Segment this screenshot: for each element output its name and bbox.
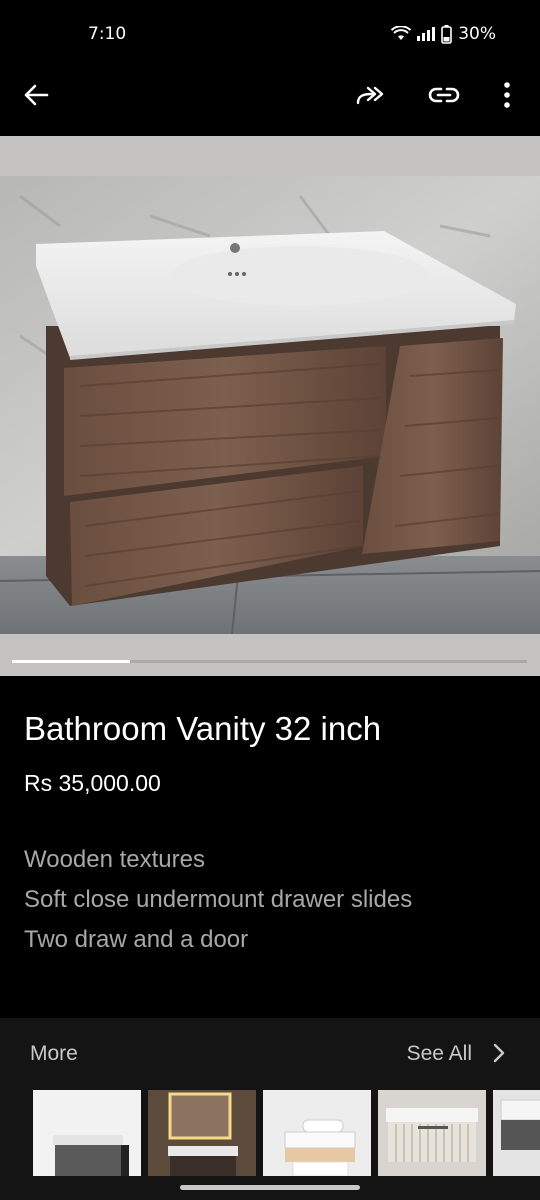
link-icon: [428, 87, 460, 103]
vanity-photo: [0, 136, 540, 676]
vanity-mirror-thumbnail[interactable]: [148, 1090, 256, 1176]
status-icons: 30%: [391, 24, 496, 44]
copy-link-button[interactable]: [420, 71, 468, 119]
back-button[interactable]: [12, 71, 60, 119]
vanity-grey-thumbnail[interactable]: [33, 1090, 141, 1176]
more-options-button[interactable]: [483, 71, 531, 119]
share-icon: [356, 86, 384, 105]
gallery-progress-fill: [12, 660, 131, 663]
battery-percent: 30%: [458, 24, 496, 44]
more-section: More See All: [0, 1018, 540, 1200]
vanity-ribbed-thumbnail[interactable]: [378, 1090, 486, 1176]
more-thumbnails: [33, 1090, 540, 1176]
navigation-handle[interactable]: [180, 1185, 360, 1190]
vanity-partial-thumbnail[interactable]: [493, 1090, 540, 1176]
description-line: Wooden textures: [24, 846, 205, 873]
more-label: More: [30, 1042, 78, 1065]
more-vert-icon: [504, 82, 510, 108]
status-bar: 7:10 30%: [0, 0, 540, 54]
see-all-link[interactable]: See All: [407, 1042, 472, 1066]
product-price: Rs 35,000.00: [24, 770, 161, 796]
battery-icon: [441, 24, 453, 44]
chevron-right-icon[interactable]: [492, 1042, 506, 1064]
product-image-gallery[interactable]: [0, 136, 540, 676]
status-time: 7:10: [88, 24, 127, 44]
signal-icon: [417, 27, 436, 41]
share-button[interactable]: [347, 71, 395, 119]
description-line: Soft close undermount drawer slides: [24, 886, 413, 913]
vanity-white-thumbnail[interactable]: [263, 1090, 371, 1176]
gallery-progress-track: [12, 660, 527, 663]
back-arrow-icon: [24, 84, 49, 106]
description-line: Two draw and a door: [24, 926, 249, 953]
product-description: Wooden textures Soft close undermount dr…: [24, 840, 412, 960]
app-bar: [0, 54, 540, 136]
product-title: Bathroom Vanity 32 inch: [24, 710, 382, 747]
wifi-icon: [391, 26, 412, 40]
